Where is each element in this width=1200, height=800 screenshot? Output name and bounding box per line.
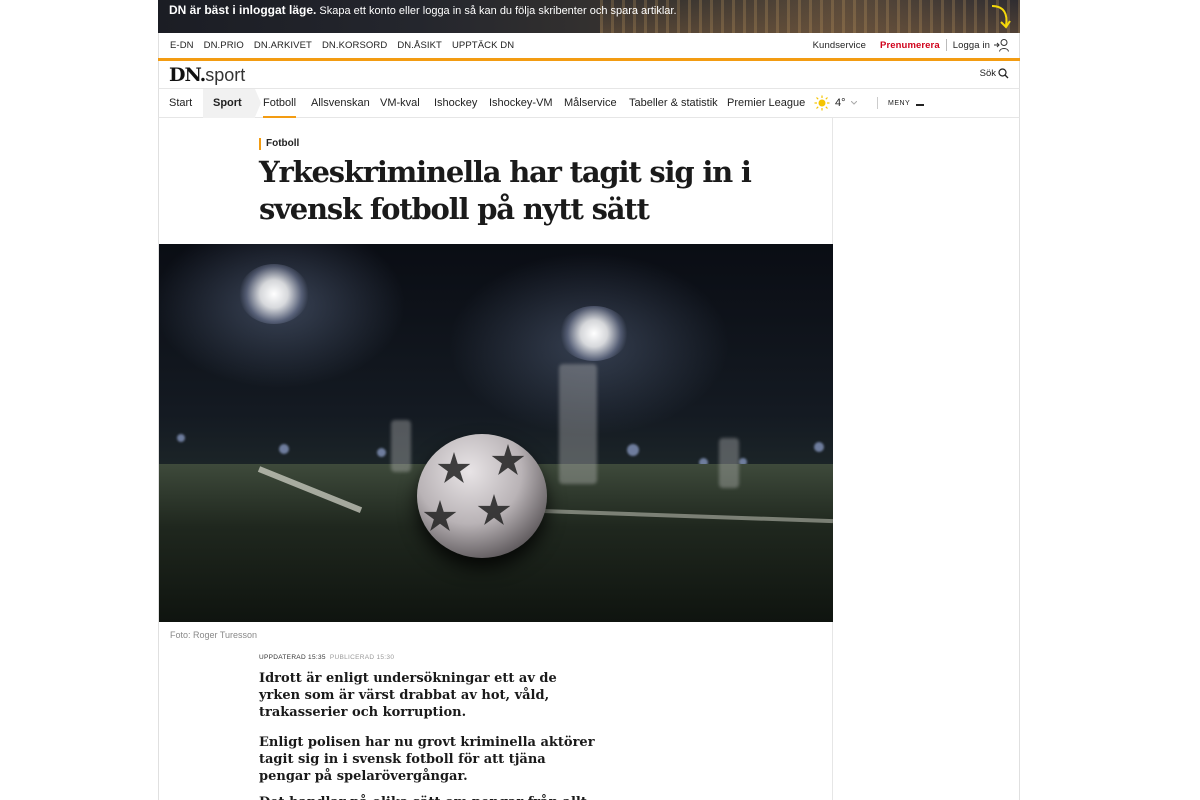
- link-upptack-dn[interactable]: UPPTÄCK DN: [452, 40, 514, 51]
- menu-button[interactable]: MENY: [877, 97, 925, 109]
- article-lead: Enligt polisen har nu grovt kriminella a…: [259, 735, 595, 784]
- content-area: Fotboll Yrkeskriminella har tagit sig in…: [158, 118, 1020, 800]
- ball-star: [437, 452, 471, 483]
- brand-bar: DN.sport Sök: [158, 61, 1020, 89]
- login-label: Logga in: [952, 39, 990, 51]
- nav-start[interactable]: Start: [169, 89, 192, 118]
- nav-ishockey[interactable]: Ishockey: [434, 89, 477, 118]
- nav-tabeller-statistik[interactable]: Tabeller & statistik: [629, 89, 718, 118]
- football: [417, 434, 547, 558]
- player-silhouette: [559, 364, 597, 484]
- top-links-bar: E-DN DN.PRIO DN.ARKIVET DN.KORSORD DN.ÅS…: [158, 33, 1020, 58]
- logo-dn: DN.: [169, 64, 206, 86]
- search-icon: [998, 68, 1009, 79]
- nav-allsvenskan[interactable]: Allsvenskan: [311, 89, 370, 118]
- nav-fotboll[interactable]: Fotboll: [263, 89, 297, 118]
- divider: [877, 97, 878, 109]
- section-nav: Start Sport Fotboll Allsvenskan VM-kval …: [158, 89, 1020, 118]
- prenumerera-link[interactable]: Prenumerera: [880, 40, 940, 51]
- ball-star: [477, 494, 511, 525]
- link-dn-asikt[interactable]: DN.ÅSIKT: [397, 40, 442, 51]
- menu-label: MENY: [888, 99, 911, 107]
- published-time: PUBLICERAD 15:30: [329, 654, 395, 661]
- promo-text: DN är bäst i inloggat läge. Skapa ett ko…: [169, 3, 677, 17]
- article-lead: Det handlar på olika sätt om pengar från…: [259, 794, 599, 800]
- ball-star: [423, 500, 457, 531]
- player-silhouette: [719, 438, 739, 488]
- article-lead: Idrott är enligt undersökningar ett av d…: [259, 671, 557, 720]
- divider: [945, 39, 947, 51]
- article-kicker[interactable]: Fotboll: [259, 138, 299, 150]
- article-photo[interactable]: [159, 244, 833, 622]
- nav-sport[interactable]: Sport: [213, 89, 242, 118]
- nav-vm-kval[interactable]: VM-kval: [380, 89, 420, 118]
- floodlight: [559, 306, 629, 361]
- bokeh-light: [177, 434, 185, 442]
- page: DN är bäst i inloggat läge. Skapa ett ko…: [0, 0, 1200, 800]
- user-icon: [994, 39, 1009, 52]
- logo-section: sport: [205, 65, 246, 85]
- link-dn-prio[interactable]: DN.PRIO: [204, 40, 244, 51]
- login-promo-banner[interactable]: DN är bäst i inloggat läge. Skapa ett ko…: [158, 0, 1020, 33]
- photo-caption: Foto: Roger Turesson: [170, 630, 258, 640]
- nav-premier-league[interactable]: Premier League: [727, 89, 805, 118]
- ball-star: [491, 444, 525, 475]
- temperature: 4°: [835, 97, 846, 109]
- article-dates: UPPDATERAD 15:35 PUBLICERAD 15:30: [259, 654, 394, 661]
- kundservice-link[interactable]: Kundservice: [813, 40, 866, 51]
- player-silhouette: [391, 420, 411, 472]
- weather-widget[interactable]: 4°: [814, 95, 857, 111]
- floodlight: [239, 264, 309, 324]
- nav-ishockey-vm[interactable]: Ishockey-VM: [489, 89, 553, 118]
- service-links: E-DN DN.PRIO DN.ARKIVET DN.KORSORD DN.ÅS…: [170, 40, 514, 51]
- search-button[interactable]: Sök: [980, 68, 1009, 79]
- bokeh-light: [627, 444, 639, 456]
- promo-headline: DN är bäst i inloggat läge.: [169, 3, 317, 17]
- link-e-dn[interactable]: E-DN: [170, 40, 194, 51]
- sun-icon: [814, 95, 830, 111]
- updated-time: UPPDATERAD 15:35: [259, 654, 326, 661]
- account-links: Kundservice Prenumerera Logga in: [813, 38, 1009, 52]
- nav-malservice[interactable]: Målservice: [564, 89, 617, 118]
- link-dn-arkivet[interactable]: DN.ARKIVET: [254, 40, 312, 51]
- bokeh-light: [377, 448, 386, 457]
- chevron-down-icon: [850, 101, 857, 105]
- menu-icon: [916, 104, 925, 106]
- login-button[interactable]: Logga in: [953, 38, 1009, 52]
- curved-arrow-icon: [991, 5, 1011, 29]
- link-dn-korsord[interactable]: DN.KORSORD: [322, 40, 387, 51]
- article-headline: Yrkeskriminella har tagit sig in i svens…: [259, 155, 752, 226]
- site-frame: DN är bäst i inloggat läge. Skapa ett ko…: [158, 0, 1020, 800]
- article: Fotboll Yrkeskriminella har tagit sig in…: [159, 118, 833, 800]
- promo-body: Skapa ett konto eller logga in så kan du…: [319, 5, 677, 17]
- search-label: Sök: [979, 68, 996, 79]
- bokeh-light: [814, 442, 824, 452]
- bokeh-light: [279, 444, 289, 454]
- dn-sport-logo[interactable]: DN.sport: [169, 64, 245, 86]
